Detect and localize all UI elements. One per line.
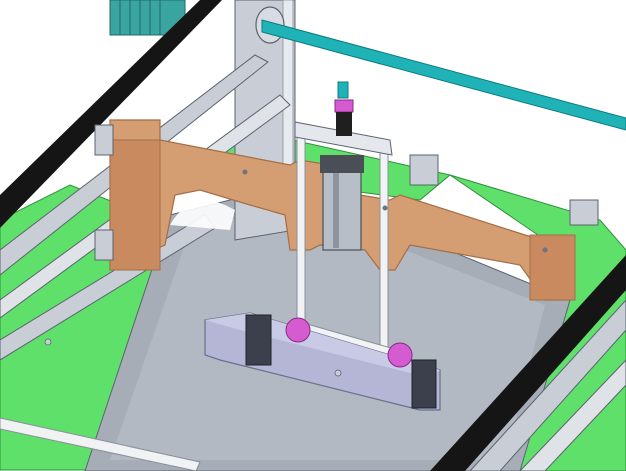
fastener-5 (542, 247, 548, 253)
clamp-jaw-left (245, 314, 272, 366)
bearing-block-lower (94, 229, 114, 261)
bearing-block-right (569, 199, 599, 226)
guide-post-left (296, 134, 306, 336)
guide-post-right (379, 149, 389, 351)
magenta-ring-right (387, 342, 413, 368)
fastener-2 (334, 369, 342, 377)
fastener-4 (382, 205, 388, 211)
fitting-cyan-tip (337, 81, 349, 99)
magenta-ring-left (285, 317, 311, 343)
air-cylinder (322, 159, 362, 251)
bracket-block-right (529, 234, 576, 301)
cad-scene (0, 0, 626, 471)
fastener-1 (44, 338, 52, 346)
bracket-block-left (109, 139, 161, 271)
air-cylinder-groove (333, 173, 339, 248)
air-cylinder-cap (320, 155, 364, 173)
fitting-magenta (334, 99, 354, 113)
bearing-block-upper (94, 124, 114, 156)
fastener-3 (242, 169, 248, 175)
clamp-jaw-right (411, 359, 437, 409)
bearing-block-mid (409, 154, 439, 186)
fitting-black (336, 112, 352, 136)
